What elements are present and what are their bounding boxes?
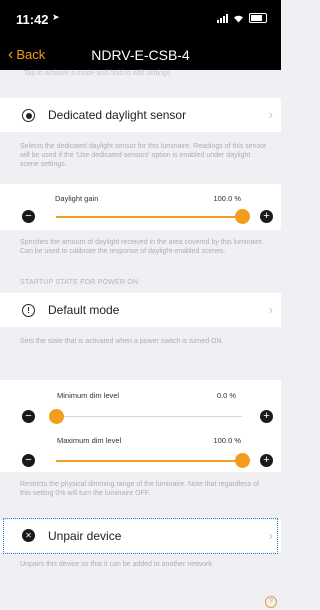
daylight-gain-fill [56,216,242,218]
daylight-gain-label: Daylight gain [55,194,99,203]
minimum-dim-increase-button[interactable]: + [260,410,273,423]
battery-icon [249,13,267,23]
maximum-dim-increase-button[interactable]: + [260,454,273,467]
status-bar: 11:42 ➤ [0,0,281,40]
daylight-gain-decrease-button[interactable]: − [22,210,35,223]
maximum-dim-thumb[interactable] [234,453,250,468]
chevron-right-icon: › [268,107,273,122]
default-mode-description: Sets the state that is activated when a … [20,338,224,345]
daylight-gain-increase-button[interactable]: + [260,210,273,223]
page-title: NDRV-E-CSB-4 [91,47,190,63]
minimum-dim-thumb[interactable] [48,409,64,424]
info-icon: ! [22,304,35,317]
default-mode-label: Default mode [48,303,120,317]
startup-section-heading: STARTUP STATE FOR POWER ON [20,279,139,286]
maximum-dim-level-value: 100.0 % [213,436,241,445]
help-icon[interactable]: ? [265,596,277,608]
dim-range-description: Restricts the physical dimming range of … [20,481,259,497]
daylight-gain-thumb[interactable] [234,209,250,224]
radio-icon [22,109,35,122]
signal-icon [217,13,228,23]
status-time: 11:42 [16,12,49,27]
dim-level-cell: Minimum dim level 0.0 % − + Maximum dim … [0,380,281,472]
unpair-description: Unpairs this device so that it can be ad… [20,561,214,568]
maximum-dim-level-label: Maximum dim level [57,436,122,445]
minimum-dim-level-label: Minimum dim level [57,391,120,400]
daylight-gain-description: Specifies the amount of daylight receive… [20,239,264,255]
status-icons [217,13,267,23]
focus-ring [3,518,278,554]
wifi-icon [234,15,243,22]
scrolled-hint-text: Tap to activate a mode and hold to edit … [24,70,171,77]
minimum-dim-track[interactable] [56,416,242,417]
daylight-gain-cell: Daylight gain 100.0 % − + [0,184,281,230]
maximum-dim-fill [56,460,242,462]
daylight-sensor-description: Selects the dedicated daylight sensor fo… [20,143,267,168]
minimum-dim-decrease-button[interactable]: − [22,410,35,423]
daylight-gain-value: 100.0 % [213,194,241,203]
dedicated-daylight-sensor-label: Dedicated daylight sensor [48,108,187,122]
default-mode-row[interactable]: ! Default mode › [0,293,281,327]
navigation-bar: ‹ Back NDRV-E-CSB-4 [0,40,281,70]
maximum-dim-decrease-button[interactable]: − [22,454,35,467]
dedicated-daylight-sensor-row[interactable]: Dedicated daylight sensor › [0,98,281,132]
minimum-dim-level-value: 0.0 % [216,391,236,400]
chevron-right-icon: › [268,302,273,317]
location-icon: ➤ [52,12,60,22]
